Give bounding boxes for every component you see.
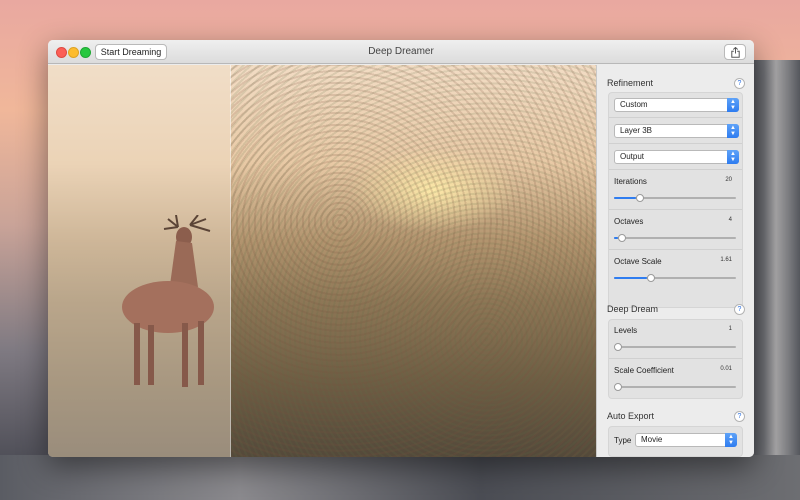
chevron-updown-icon: ▲ ▼	[727, 150, 739, 164]
slider-knob[interactable]	[635, 194, 644, 202]
layer-select-value: Layer 3B	[620, 126, 653, 135]
preset-select[interactable]: Custom ▲ ▼	[614, 98, 739, 112]
window-title: Deep Dreamer	[368, 46, 434, 57]
divider	[609, 209, 742, 210]
share-icon	[731, 47, 740, 58]
scale-coefficient-label: Scale Coefficient	[614, 366, 674, 375]
split-divider[interactable]	[230, 65, 231, 457]
octaves-label: Octaves	[614, 217, 644, 226]
levels-slider[interactable]	[614, 343, 736, 351]
octave-scale-value: 1.61	[720, 257, 732, 263]
levels-value: 1	[728, 326, 732, 332]
auto-export-group: Type Movie ▲ ▼	[608, 426, 743, 457]
layer-select[interactable]: Layer 3B ▲ ▼	[614, 124, 739, 138]
titlebar: Start Dreaming Deep Dreamer	[48, 40, 754, 64]
export-type-label: Type	[614, 436, 632, 445]
output-select-value: Output	[620, 152, 645, 161]
refinement-header: Refinement	[607, 78, 654, 88]
chevron-updown-icon: ▲ ▼	[727, 98, 739, 112]
dream-image-canvas[interactable]	[48, 65, 596, 457]
export-type-value: Movie	[641, 435, 663, 444]
auto-export-header: Auto Export	[607, 411, 655, 421]
iterations-slider[interactable]	[614, 194, 736, 202]
app-window: Start Dreaming Deep Dreamer Refinement ?…	[48, 40, 754, 457]
deep-dream-help-icon[interactable]: ?	[734, 304, 745, 315]
refinement-group: Custom ▲ ▼ Layer 3B ▲ ▼ Output ▲ ▼ Iteratio…	[608, 92, 743, 308]
slider-fill	[614, 197, 636, 199]
iterations-value: 20	[725, 177, 732, 183]
deer-illustration	[122, 215, 214, 387]
octave-scale-label: Octave Scale	[614, 257, 662, 266]
divider	[609, 358, 742, 359]
divider	[609, 169, 742, 170]
chevron-updown-icon: ▲ ▼	[725, 433, 737, 447]
octaves-value: 4	[728, 217, 732, 223]
refinement-help-icon[interactable]: ?	[734, 78, 745, 89]
auto-export-help-icon[interactable]: ?	[734, 411, 745, 422]
share-button[interactable]	[724, 44, 746, 60]
deep-dream-group: Levels 1 Scale Coefficient 0.01	[608, 319, 743, 399]
slider-knob[interactable]	[646, 274, 655, 282]
settings-panel: Refinement ? Custom ▲ ▼ Layer 3B ▲ ▼ Outpu…	[596, 65, 754, 457]
slider-knob[interactable]	[614, 343, 622, 351]
octaves-slider[interactable]	[614, 234, 736, 242]
divider	[609, 143, 742, 144]
slider-knob[interactable]	[614, 383, 622, 391]
export-type-select[interactable]: Movie ▲ ▼	[635, 433, 737, 447]
desktop-rocks-bottom	[0, 455, 800, 500]
dream-texture	[230, 65, 596, 457]
scale-coefficient-slider[interactable]	[614, 383, 736, 391]
divider	[609, 117, 742, 118]
chevron-updown-icon: ▲ ▼	[727, 124, 739, 138]
divider	[609, 249, 742, 250]
preset-select-value: Custom	[620, 100, 648, 109]
octave-scale-slider[interactable]	[614, 274, 736, 282]
iterations-label: Iterations	[614, 177, 647, 186]
deep-dream-header: Deep Dream	[607, 304, 659, 314]
scale-coefficient-value: 0.01	[720, 366, 732, 372]
output-select[interactable]: Output ▲ ▼	[614, 150, 739, 164]
slider-fill	[614, 277, 647, 279]
levels-label: Levels	[614, 326, 638, 335]
slider-knob[interactable]	[617, 234, 626, 242]
